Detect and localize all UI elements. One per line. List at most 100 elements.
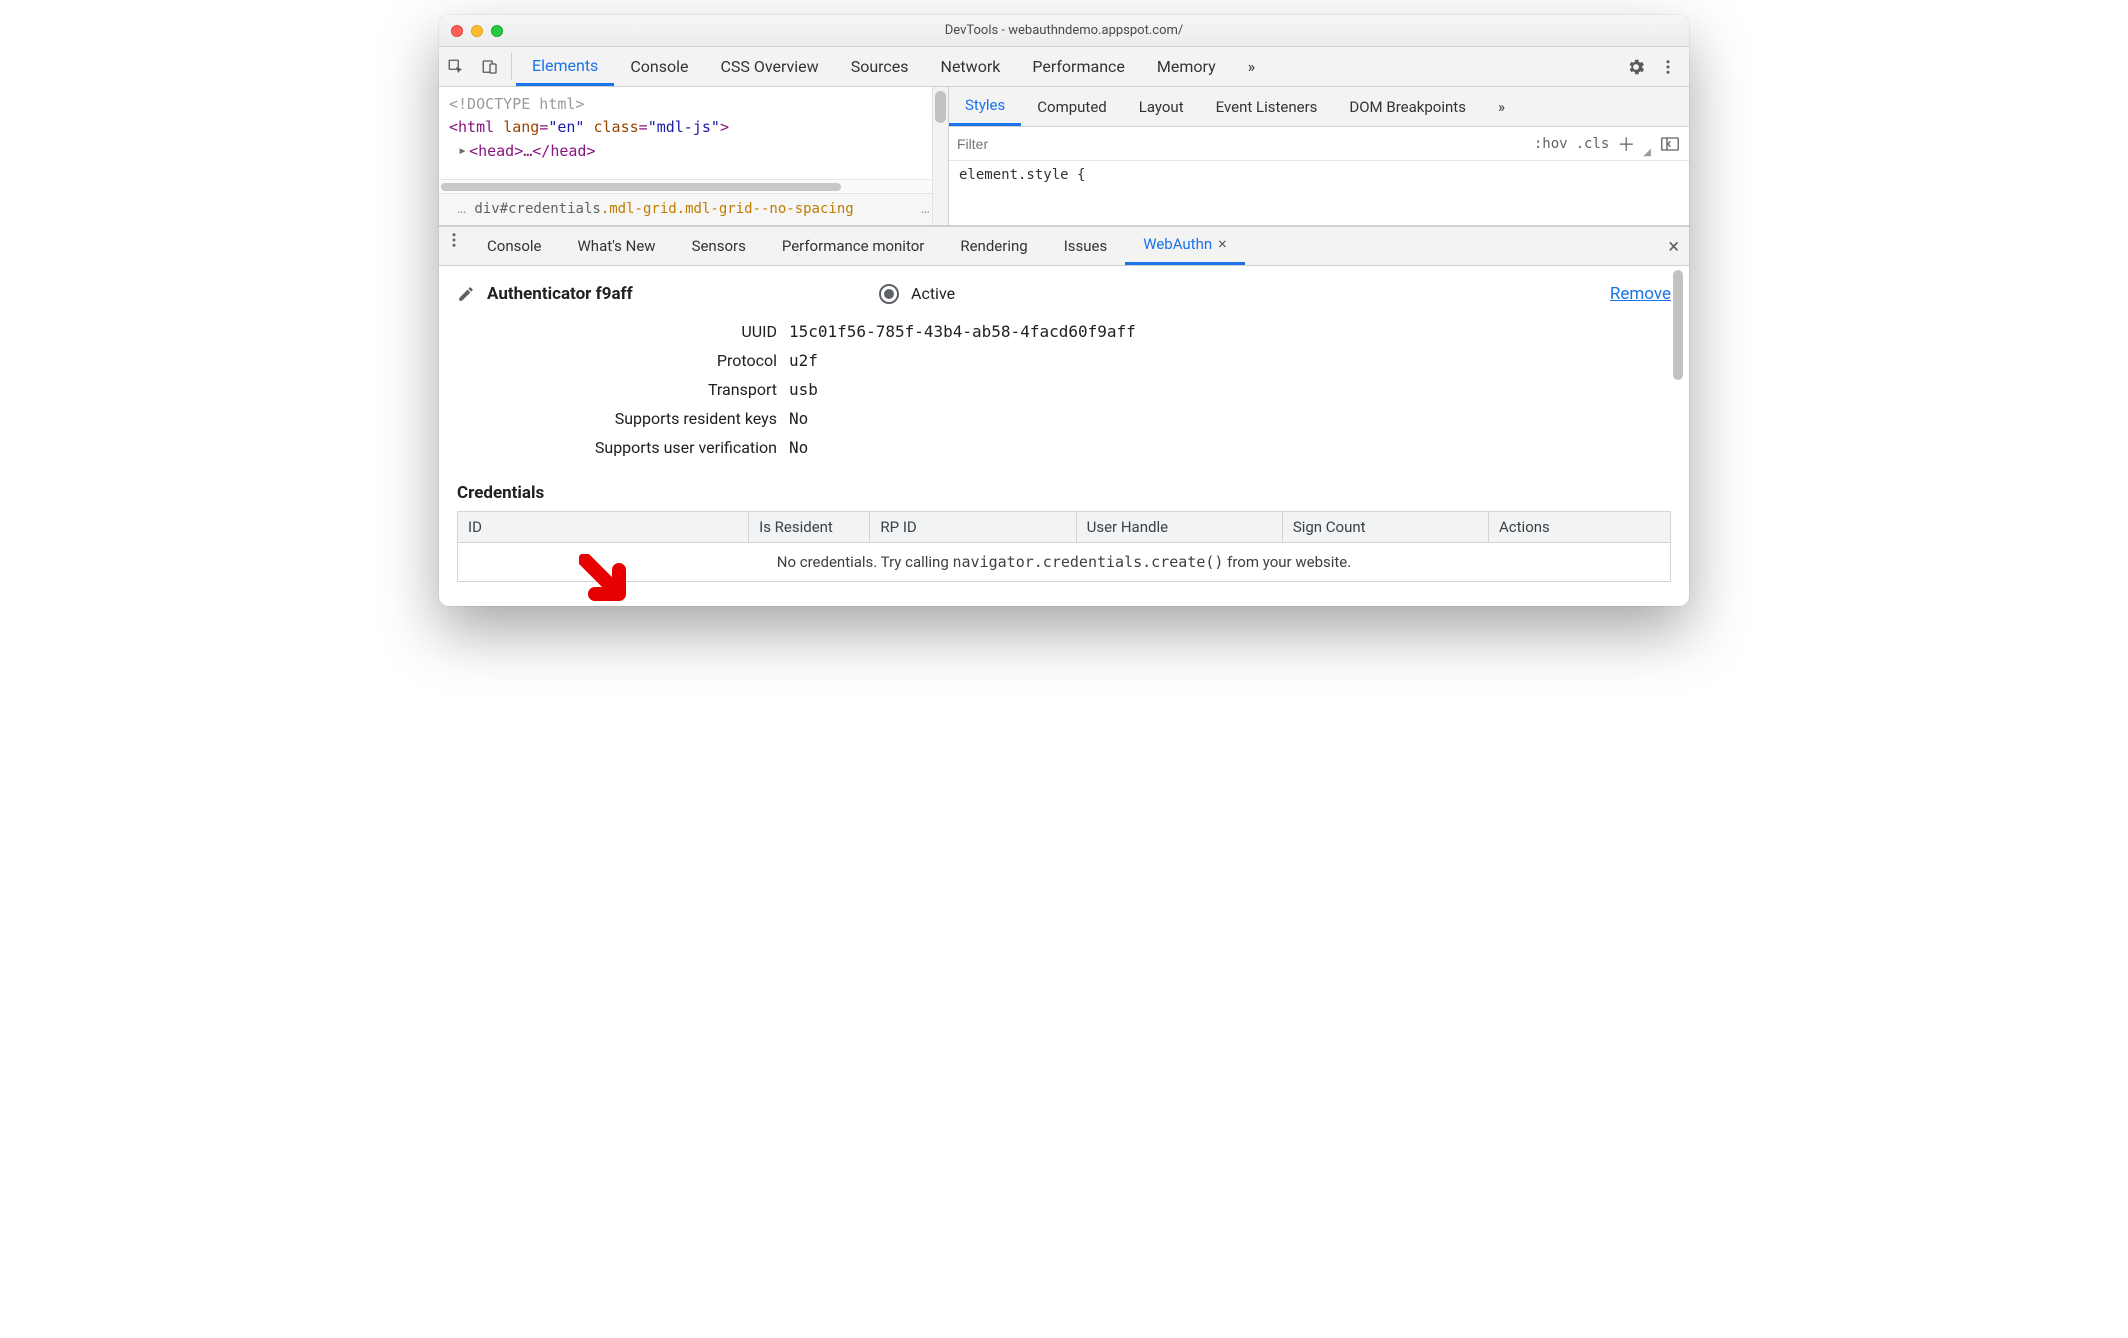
edit-pencil-icon[interactable] xyxy=(457,285,475,303)
col-actions[interactable]: Actions xyxy=(1489,511,1671,542)
subtab-label: Styles xyxy=(965,96,1005,114)
empty-code: navigator.credentials.create() xyxy=(953,553,1224,571)
subtab-label: Layout xyxy=(1139,98,1184,116)
more-menu-icon[interactable] xyxy=(1655,54,1681,80)
active-label: Active xyxy=(911,284,955,303)
breadcrumb[interactable]: … div#credentials.mdl-grid.mdl-grid--no-… xyxy=(439,193,948,225)
kv-key-uv: Supports user verification xyxy=(469,438,789,457)
styles-subtabs: Styles Computed Layout Event Listeners D… xyxy=(949,87,1689,127)
elements-panel: <!DOCTYPE html> <html lang="en" class="m… xyxy=(439,87,1689,226)
drawer-tab-webauthn[interactable]: WebAuthn × xyxy=(1125,227,1244,265)
kv-val-protocol: u2f xyxy=(789,351,1671,370)
drawer-tab-issues[interactable]: Issues xyxy=(1046,227,1126,265)
subtab-dom-breakpoints[interactable]: DOM Breakpoints xyxy=(1333,87,1482,126)
traffic-lights xyxy=(439,25,503,37)
inspect-element-icon[interactable] xyxy=(439,47,473,86)
tab-label: WebAuthn xyxy=(1143,235,1212,253)
settings-gear-icon[interactable] xyxy=(1623,54,1649,80)
dom-tree-pane: <!DOCTYPE html> <html lang="en" class="m… xyxy=(439,87,949,225)
col-user-handle[interactable]: User Handle xyxy=(1076,511,1282,542)
dom-head[interactable]: <head>…</head> xyxy=(469,142,595,160)
dom-html-open: <html lang="en" class="mdl-js"> xyxy=(449,118,729,136)
kv-val-uuid: 15c01f56-785f-43b4-ab58-4facd60f9aff xyxy=(789,322,1671,341)
tab-elements[interactable]: Elements xyxy=(516,47,614,86)
subtab-layout[interactable]: Layout xyxy=(1123,87,1200,126)
tab-sources[interactable]: Sources xyxy=(835,47,925,86)
tab-label: Sources xyxy=(851,57,909,76)
tab-label: What's New xyxy=(578,237,656,255)
subtabs-overflow[interactable]: » xyxy=(1482,87,1521,126)
kv-key-transport: Transport xyxy=(469,380,789,399)
drawer-tabs: Console What's New Sensors Performance m… xyxy=(439,226,1689,266)
subtab-styles[interactable]: Styles xyxy=(949,87,1021,126)
tabs-overflow[interactable]: » xyxy=(1232,47,1272,86)
empty-state: No credentials. Try calling navigator.cr… xyxy=(458,542,1671,581)
cls-toggle[interactable]: .cls xyxy=(1576,136,1610,152)
kv-key-protocol: Protocol xyxy=(469,351,789,370)
window-zoom-button[interactable] xyxy=(491,25,503,37)
remove-link[interactable]: Remove xyxy=(1610,284,1671,304)
styles-filter-input[interactable] xyxy=(949,130,1526,158)
drawer-tab-console[interactable]: Console xyxy=(469,227,560,265)
empty-suffix: from your website. xyxy=(1223,553,1351,571)
expand-triangle-icon[interactable]: ▸ xyxy=(458,139,467,162)
tab-label: Sensors xyxy=(692,237,746,255)
subtab-computed[interactable]: Computed xyxy=(1021,87,1123,126)
element-style-rule[interactable]: element.style { xyxy=(949,161,1689,189)
vertical-scrollbar[interactable] xyxy=(932,87,948,225)
drawer-more-icon[interactable] xyxy=(439,227,469,253)
window-titlebar: DevTools - webauthndemo.appspot.com/ xyxy=(439,15,1689,47)
breadcrumb-overflow-left[interactable]: … xyxy=(449,201,474,217)
tab-performance[interactable]: Performance xyxy=(1016,47,1141,86)
col-is-resident[interactable]: Is Resident xyxy=(749,511,870,542)
breadcrumb-path[interactable]: div#credentials.mdl-grid.mdl-grid--no-sp… xyxy=(474,201,853,217)
tab-console[interactable]: Console xyxy=(614,47,704,86)
tab-label: Elements xyxy=(532,56,598,75)
credentials-heading: Credentials xyxy=(457,483,1671,503)
window-close-button[interactable] xyxy=(451,25,463,37)
col-sign-count[interactable]: Sign Count xyxy=(1282,511,1488,542)
drawer-tab-rendering[interactable]: Rendering xyxy=(942,227,1045,265)
col-rp-id[interactable]: RP ID xyxy=(870,511,1076,542)
tab-css-overview[interactable]: CSS Overview xyxy=(704,47,834,86)
kv-key-resident: Supports resident keys xyxy=(469,409,789,428)
devtools-window: DevTools - webauthndemo.appspot.com/ Ele… xyxy=(439,15,1689,606)
close-tab-icon[interactable]: × xyxy=(1218,236,1227,252)
drawer-close-icon[interactable]: × xyxy=(1668,227,1679,265)
horizontal-scrollbar[interactable] xyxy=(439,179,948,193)
table-header-row: ID Is Resident RP ID User Handle Sign Co… xyxy=(458,511,1671,542)
col-id[interactable]: ID xyxy=(458,511,749,542)
styles-pane: Styles Computed Layout Event Listeners D… xyxy=(949,87,1689,225)
table-row-empty: No credentials. Try calling navigator.cr… xyxy=(458,542,1671,581)
kv-key-uuid: UUID xyxy=(469,322,789,341)
subtab-label: DOM Breakpoints xyxy=(1349,98,1466,116)
device-toolbar-icon[interactable] xyxy=(473,47,507,86)
devtools-toolbar: Elements Console CSS Overview Sources Ne… xyxy=(439,47,1689,87)
dom-tree[interactable]: <!DOCTYPE html> <html lang="en" class="m… xyxy=(439,87,948,179)
new-style-rule-icon[interactable]: ＋ xyxy=(1617,131,1635,157)
vertical-scrollbar[interactable] xyxy=(1671,266,1685,606)
kv-val-uv: No xyxy=(789,438,1671,457)
toggle-sidebar-icon[interactable] xyxy=(1659,137,1681,151)
hov-toggle[interactable]: :hov xyxy=(1534,136,1568,152)
tab-label: Console xyxy=(630,57,688,76)
kv-val-transport: usb xyxy=(789,380,1671,399)
drawer-tab-sensors[interactable]: Sensors xyxy=(674,227,764,265)
tab-label: CSS Overview xyxy=(720,57,818,76)
window-minimize-button[interactable] xyxy=(471,25,483,37)
subtab-event-listeners[interactable]: Event Listeners xyxy=(1200,87,1334,126)
window-title: DevTools - webauthndemo.appspot.com/ xyxy=(439,23,1689,38)
tab-label: Rendering xyxy=(960,237,1027,255)
drawer-tab-whats-new[interactable]: What's New xyxy=(560,227,674,265)
tab-label: Memory xyxy=(1157,57,1216,76)
authenticator-header: Authenticator f9aff Active Remove xyxy=(457,284,1671,304)
dom-doctype: <!DOCTYPE html> xyxy=(449,95,584,113)
tab-memory[interactable]: Memory xyxy=(1141,47,1232,86)
tab-label: Console xyxy=(487,237,542,255)
active-radio[interactable] xyxy=(879,284,899,304)
drawer-tab-perfmon[interactable]: Performance monitor xyxy=(764,227,943,265)
tab-network[interactable]: Network xyxy=(925,47,1017,86)
credentials-table: ID Is Resident RP ID User Handle Sign Co… xyxy=(457,511,1671,582)
subtab-label: Computed xyxy=(1037,98,1107,116)
styles-filter-row: :hov .cls ＋ ◢ xyxy=(949,127,1689,161)
